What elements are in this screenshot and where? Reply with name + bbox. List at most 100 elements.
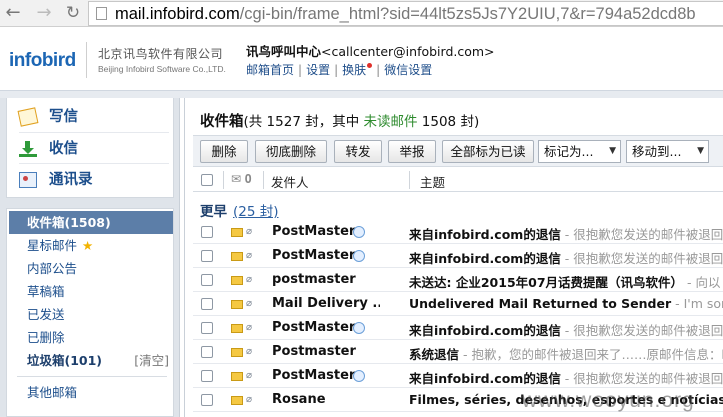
envelope-icon [231, 396, 243, 405]
mailbox-home-link[interactable]: 邮箱首页 [246, 63, 294, 77]
url-path: /cgi-bin/frame_html?sid=44lt5zs5Js7Y2UIU… [239, 5, 696, 23]
move-to-select[interactable]: 移动到... ▼ [626, 140, 709, 163]
empty-spam-link[interactable]: [清空] [134, 349, 169, 372]
select-all-checkbox[interactable] [201, 174, 213, 186]
mark-all-read-button[interactable]: 全部标为已读 [442, 140, 534, 163]
column-subject[interactable]: 主题 [420, 172, 445, 191]
inbox-title-text: 收件箱 [200, 114, 244, 130]
verified-badge-icon [353, 250, 365, 262]
envelope-icon [231, 228, 243, 237]
reload-icon[interactable]: ↻ [62, 2, 84, 24]
email-row[interactable]: ⌀ PostMaster 来自infobird.com的退信 - 很抱歉您发送的邮件… [193, 244, 723, 268]
email-sender[interactable]: PostMaster [272, 320, 355, 335]
email-preview: - 向以 [683, 275, 721, 290]
settings-link[interactable]: 设置 [306, 63, 330, 77]
infobird-logo[interactable]: infobird [9, 50, 76, 72]
folder-drafts[interactable]: 草稿箱 [9, 280, 173, 303]
verified-badge-icon [353, 226, 365, 238]
envelope-icon [231, 252, 243, 261]
row-checkbox[interactable] [201, 226, 213, 238]
email-sender[interactable]: Mail Delivery ... [272, 296, 380, 311]
receive-button[interactable]: 收信 [19, 134, 169, 164]
email-subject[interactable]: 来自infobird.com的退信 - 很抱歉您发送的邮件被退回， [409, 248, 723, 267]
contacts-icon [19, 172, 37, 188]
email-subject[interactable]: 来自infobird.com的退信 - 很抱歉您发送的邮件被退回， [409, 224, 723, 243]
row-checkbox[interactable] [201, 250, 213, 262]
url-host: mail.infobird.com [115, 5, 240, 23]
watermark: www.wooyun.org [522, 389, 695, 412]
address-bar[interactable]: mail.infobird.com/cgi-bin/frame_html?sid… [88, 1, 723, 26]
company-name-en: Beijing Infobird Software Co.,LTD. [98, 64, 226, 74]
folder-sent[interactable]: 已发送 [9, 303, 173, 326]
receive-icon [19, 141, 37, 157]
email-subject[interactable]: 来自infobird.com的退信 - 很抱歉您发送的邮件被退回， [409, 368, 723, 387]
row-checkbox[interactable] [201, 370, 213, 382]
email-row[interactable]: ⌀ Postmaster 系统退信 - 抱歉，您的邮件被退回来了……原邮件信息：时 [193, 340, 723, 364]
folder-announcements[interactable]: 内部公告 [9, 257, 173, 280]
email-sender[interactable]: PostMaster [272, 224, 355, 239]
email-row[interactable]: ⌀ postmaster 未送达: 企业2015年07月话费提醒（讯鸟软件） - 向… [193, 268, 723, 292]
email-subject[interactable]: 未送达: 企业2015年07月话费提醒（讯鸟软件） - 向以 [409, 272, 721, 291]
mail-header: infobird 北京讯鸟软件有限公司 Beijing Infobird Sof… [0, 28, 723, 90]
wechat-settings-link[interactable]: 微信设置 [384, 63, 432, 77]
email-preview: - 抱歉，您的邮件被退回来了……原邮件信息：时 [459, 347, 723, 362]
attachment-icon: ⌀ [246, 250, 253, 261]
row-checkbox[interactable] [201, 274, 213, 286]
contacts-label: 通讯录 [49, 172, 93, 188]
email-sender[interactable]: Postmaster [272, 344, 356, 359]
envelope-icon [231, 348, 243, 357]
url-text[interactable]: mail.infobird.com/cgi-bin/frame_html?sid… [115, 3, 696, 25]
email-subject[interactable]: Undelivered Mail Returned to Sender - I'… [409, 296, 723, 311]
compose-button[interactable]: 写信 [17, 102, 169, 132]
skin-link[interactable]: 换肤 [342, 63, 366, 77]
folder-starred[interactable]: 星标邮件 ★ [9, 234, 173, 257]
delete-button[interactable]: 删除 [200, 140, 248, 163]
inbox-panel: 收件箱(共 1527 封，其中 未读邮件 1508 封) 删除 彻底删除 转发 … [184, 98, 723, 417]
email-sender[interactable]: postmaster [272, 272, 356, 287]
envelope-icon [231, 324, 243, 333]
row-checkbox[interactable] [201, 394, 213, 406]
verified-badge-icon [353, 370, 365, 382]
verified-badge-icon [353, 322, 365, 334]
email-subject[interactable]: 来自infobird.com的退信 - 很抱歉您发送的邮件被退回， [409, 320, 723, 339]
delete-permanently-button[interactable]: 彻底删除 [255, 140, 327, 163]
account-email: <callcenter@infobird.com> [321, 44, 495, 59]
folder-spam[interactable]: 垃圾箱(101) [清空] [9, 349, 173, 372]
group-count-link[interactable]: (25 封) [233, 204, 279, 220]
email-preview: - 很抱歉您发送的邮件被退回， [560, 323, 723, 338]
forward-button[interactable]: 转发 [334, 140, 382, 163]
chevron-down-icon: ▼ [697, 146, 704, 156]
attachment-icon: ⌀ [246, 346, 253, 357]
logo-divider [86, 42, 87, 78]
email-sender[interactable]: PostMaster [272, 248, 355, 263]
account-links: 邮箱首页 | 设置 | 换肤 | 微信设置 [246, 63, 433, 77]
receive-label: 收信 [49, 141, 78, 157]
email-subject[interactable]: 系统退信 - 抱歉，您的邮件被退回来了……原邮件信息：时 [409, 344, 723, 363]
email-row[interactable]: ⌀ Mail Delivery ... Undelivered Mail Retur… [193, 292, 723, 316]
contacts-button[interactable]: 通讯录 [19, 165, 169, 195]
mark-as-select[interactable]: 标记为... ▼ [538, 140, 621, 163]
row-checkbox[interactable] [201, 322, 213, 334]
back-arrow-icon[interactable]: ← [2, 2, 24, 24]
column-sender[interactable]: 发件人 [271, 172, 309, 191]
email-row[interactable]: ⌀ PostMaster 来自infobird.com的退信 - 很抱歉您发送的邮件… [193, 316, 723, 340]
forward-arrow-icon[interactable]: → [33, 2, 55, 24]
account-info: 讯鸟呼叫中心<callcenter@infobird.com> [246, 41, 495, 60]
group-label: 更早 [200, 204, 227, 220]
email-row[interactable]: ⌀ PostMaster 来自infobird.com的退信 - 很抱歉您发送的邮件… [193, 220, 723, 244]
page-icon [96, 7, 107, 20]
report-button[interactable]: 举报 [388, 140, 436, 163]
email-sender[interactable]: PostMaster [272, 368, 355, 383]
attachment-icon: ⌀ [246, 370, 253, 381]
folder-other-mailboxes[interactable]: 其他邮箱 [9, 381, 173, 404]
email-sender[interactable]: Rosane [272, 392, 326, 407]
row-checkbox[interactable] [201, 346, 213, 358]
email-row[interactable]: ⌀ PostMaster 来自infobird.com的退信 - 很抱歉您发送的邮件… [193, 364, 723, 388]
folder-deleted[interactable]: 已删除 [9, 326, 173, 349]
browser-toolbar: ← → ↻ mail.infobird.com/cgi-bin/frame_ht… [0, 0, 723, 27]
folder-inbox[interactable]: 收件箱(1508) [9, 211, 173, 234]
header-divider [0, 90, 723, 98]
email-subject-text: 未送达: 企业2015年07月话费提醒（讯鸟软件） [409, 275, 684, 290]
email-preview: - I'm sorry [675, 296, 723, 311]
row-checkbox[interactable] [201, 298, 213, 310]
